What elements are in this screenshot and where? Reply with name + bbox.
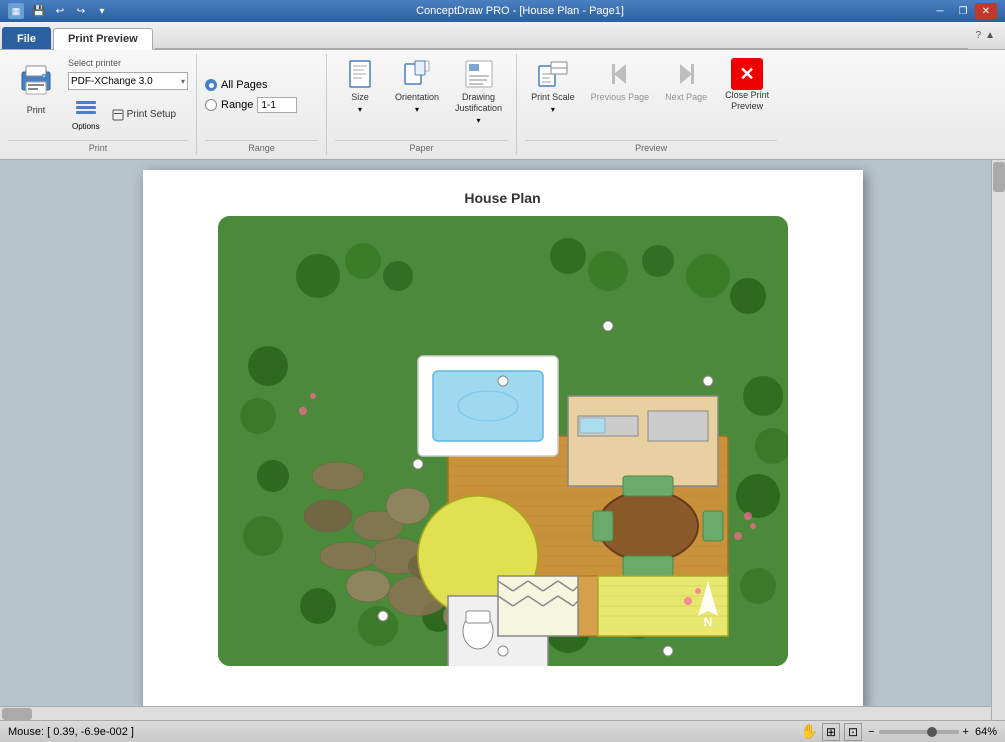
page-preview: House Plan	[143, 170, 863, 710]
restore-button[interactable]: ❐	[952, 3, 974, 19]
all-pages-option[interactable]: All Pages	[205, 79, 267, 91]
previous-page-button[interactable]: Previous Page	[585, 54, 656, 107]
close-print-preview-button[interactable]: ✕ Close Print Preview	[717, 54, 777, 116]
main-area: House Plan	[0, 160, 1005, 720]
zoom-fit-icon[interactable]: ⊞	[822, 723, 840, 741]
save-qa-button[interactable]: 💾	[30, 2, 48, 20]
zoom-control[interactable]: − +	[868, 726, 969, 738]
redo-qa-button[interactable]: ↪	[72, 2, 90, 20]
range-group-label: Range	[205, 140, 318, 155]
title-bar: ▦ 💾 ↩ ↪ ▾ ConceptDraw PRO - [House Plan …	[0, 0, 1005, 22]
quick-access-toolbar: 💾 ↩ ↪ ▾	[30, 2, 111, 20]
print-large-button[interactable]	[12, 54, 60, 102]
close-print-icon: ✕	[731, 58, 763, 90]
previous-page-label: Previous Page	[591, 92, 650, 103]
zoom-slider[interactable]	[879, 730, 959, 734]
help-icon[interactable]: ?	[976, 30, 982, 41]
vertical-scrollbar[interactable]	[991, 160, 1005, 720]
drawing-justification-button[interactable]: Drawing Justification ▾	[449, 54, 508, 129]
tab-bar: File Print Preview ? ▲	[0, 22, 1005, 50]
tab-file[interactable]: File	[2, 27, 51, 49]
printer-select[interactable]: PDF-XChange 3.0 ▾	[68, 72, 188, 90]
drawing-justification-label: Drawing Justification	[455, 92, 502, 114]
options-label: Options	[72, 122, 100, 131]
zoom-in-button[interactable]: +	[963, 726, 969, 738]
status-bar: Mouse: [ 0.39, -6.9e-002 ] ✋ ⊞ ⊡ − + 64%	[0, 720, 1005, 742]
ribbon-toolbar: Print Select printer PDF-XChange 3.0 ▾	[0, 50, 1005, 159]
expand-icon[interactable]: ▲	[985, 30, 995, 41]
print-group-label: Print	[8, 140, 188, 155]
close-print-label: Close Print Preview	[725, 90, 769, 112]
print-button-label: Print	[27, 105, 46, 115]
zoom-out-button[interactable]: −	[868, 726, 874, 738]
mouse-coords: Mouse: [ 0.39, -6.9e-002 ]	[8, 726, 134, 738]
status-right: ✋ ⊞ ⊡ − + 64%	[801, 723, 997, 741]
house-plan-diagram: N	[218, 216, 788, 666]
minimize-button[interactable]: ─	[929, 3, 951, 19]
app-icon: ▦	[8, 3, 24, 19]
undo-qa-button[interactable]: ↩	[51, 2, 69, 20]
next-page-label: Next Page	[665, 92, 707, 103]
ribbon-group-preview: Print Scale ▾ Previous Page	[517, 54, 785, 155]
select-printer-label: Select printer	[68, 58, 188, 68]
preview-group-label: Preview	[525, 140, 777, 155]
orientation-button[interactable]: Orientation ▾	[389, 54, 445, 118]
paper-group-label: Paper	[335, 140, 508, 155]
print-setup-button[interactable]: Print Setup	[108, 94, 180, 135]
page-title: House Plan	[464, 190, 540, 206]
print-setup-label: Print Setup	[127, 109, 176, 120]
print-scale-label: Print Scale	[531, 92, 575, 103]
tab-print-preview[interactable]: Print Preview	[53, 28, 153, 50]
title-text: ConceptDraw PRO - [House Plan - Page1]	[416, 5, 624, 17]
svg-text:N: N	[703, 615, 712, 629]
ribbon-group-print: Print Select printer PDF-XChange 3.0 ▾	[0, 54, 197, 155]
range-option[interactable]: Range	[205, 97, 297, 113]
ribbon-group-paper: Size ▾ Orientation ▾	[327, 54, 517, 155]
horizontal-scrollbar[interactable]	[0, 706, 991, 720]
next-page-button[interactable]: Next Page	[659, 54, 713, 107]
zoom-box-icon[interactable]: ⊡	[844, 723, 862, 741]
size-button[interactable]: Size ▾	[335, 54, 385, 118]
zoom-thumb[interactable]	[927, 727, 937, 737]
orientation-label: Orientation	[395, 92, 439, 103]
range-input[interactable]	[257, 97, 297, 113]
ribbon-group-range: All Pages Range Range	[197, 54, 327, 155]
close-button[interactable]: ✕	[975, 3, 997, 19]
options-button[interactable]: Options	[68, 94, 104, 135]
print-scale-button[interactable]: Print Scale ▾	[525, 54, 581, 118]
qa-more-button[interactable]: ▾	[93, 2, 111, 20]
window-controls: ─ ❐ ✕	[929, 3, 997, 19]
size-label: Size	[351, 92, 369, 103]
zoom-level: 64%	[975, 726, 997, 738]
ribbon: Print Select printer PDF-XChange 3.0 ▾	[0, 50, 1005, 160]
hand-icon[interactable]: ✋	[801, 723, 818, 740]
